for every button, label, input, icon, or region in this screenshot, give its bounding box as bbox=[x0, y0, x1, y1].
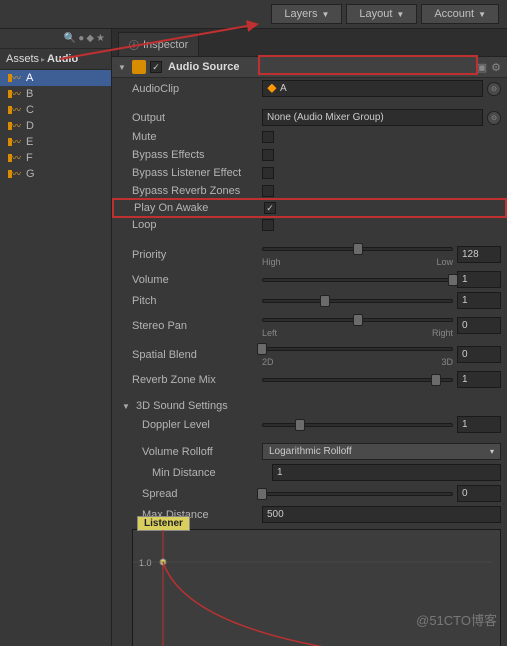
stereo-label: Stereo Pan bbox=[132, 320, 262, 332]
component-enable-checkbox[interactable] bbox=[150, 61, 162, 73]
asset-item[interactable]: D bbox=[0, 118, 111, 134]
priority-slider[interactable] bbox=[262, 242, 453, 256]
bypass-listener-label: Bypass Listener Effect bbox=[132, 167, 262, 179]
breadcrumb-root[interactable]: Assets bbox=[6, 53, 39, 65]
spread-value[interactable]: 0 bbox=[457, 485, 501, 502]
priority-label: Priority bbox=[132, 249, 262, 261]
audioclip-field[interactable]: 🔶A bbox=[262, 80, 483, 97]
bypass-listener-checkbox[interactable] bbox=[262, 167, 274, 179]
foldout-icon: ▼ bbox=[122, 402, 132, 411]
listener-label: Listener bbox=[137, 516, 190, 531]
gear-icon[interactable]: ⚙ bbox=[491, 61, 501, 74]
search-icon[interactable]: 🔍 bbox=[64, 33, 76, 44]
loop-label: Loop bbox=[132, 219, 262, 231]
audio-clip-icon: 🔶 bbox=[267, 84, 277, 93]
spread-label: Spread bbox=[142, 488, 262, 500]
reverb-slider[interactable] bbox=[262, 373, 453, 387]
volume-label: Volume bbox=[132, 274, 262, 286]
audio-clip-icon bbox=[8, 153, 22, 163]
chevron-right-icon: ▸ bbox=[41, 55, 45, 64]
min-distance-label: Min Distance bbox=[152, 467, 272, 479]
mute-checkbox[interactable] bbox=[262, 131, 274, 143]
component-header[interactable]: ▼ Audio Source ▣ ⚙ bbox=[112, 57, 507, 78]
chevron-down-icon: ▼ bbox=[478, 10, 486, 19]
volume-slider[interactable] bbox=[262, 273, 453, 287]
max-distance-field[interactable]: 500 bbox=[262, 506, 501, 523]
chevron-down-icon: ▼ bbox=[321, 10, 329, 19]
asset-item[interactable]: F bbox=[0, 150, 111, 166]
object-picker-icon[interactable]: ⊙ bbox=[487, 111, 501, 125]
bypass-effects-checkbox[interactable] bbox=[262, 149, 274, 161]
top-toolbar: Layers▼ Layout▼ Account▼ bbox=[0, 0, 507, 29]
tab-bar: ⓘInspector bbox=[112, 29, 507, 57]
audio-source-icon bbox=[132, 60, 146, 74]
stereo-slider[interactable] bbox=[262, 313, 453, 327]
chevron-down-icon: ▼ bbox=[396, 10, 404, 19]
rolloff-dropdown[interactable]: Logarithmic Rolloff▾ bbox=[262, 443, 501, 460]
star-icon[interactable]: ★ bbox=[96, 33, 105, 44]
audioclip-label: AudioClip bbox=[132, 83, 262, 95]
filter-icon[interactable]: ● bbox=[78, 33, 84, 44]
layers-dropdown[interactable]: Layers▼ bbox=[271, 4, 342, 24]
min-distance-field[interactable]: 1 bbox=[272, 464, 501, 481]
bypass-reverb-label: Bypass Reverb Zones bbox=[132, 185, 262, 197]
account-dropdown[interactable]: Account▼ bbox=[421, 4, 499, 24]
component-title: Audio Source bbox=[168, 61, 240, 73]
audio-clip-icon bbox=[8, 121, 22, 131]
chevron-down-icon: ▾ bbox=[490, 447, 494, 456]
tag-icon[interactable]: ◆ bbox=[86, 33, 94, 44]
asset-item[interactable]: B bbox=[0, 86, 111, 102]
help-icon[interactable]: ▣ bbox=[477, 61, 487, 74]
inspector-tab[interactable]: ⓘInspector bbox=[118, 32, 199, 56]
bypass-effects-label: Bypass Effects bbox=[132, 149, 262, 161]
audio-clip-icon bbox=[8, 169, 22, 179]
object-picker-icon[interactable]: ⊙ bbox=[487, 82, 501, 96]
output-field[interactable]: None (Audio Mixer Group) bbox=[262, 109, 483, 126]
spread-slider[interactable] bbox=[262, 487, 453, 501]
reverb-value[interactable]: 1 bbox=[457, 371, 501, 388]
spatial-value[interactable]: 0 bbox=[457, 346, 501, 363]
audio-clip-icon bbox=[8, 89, 22, 99]
audio-clip-icon bbox=[8, 73, 22, 83]
stereo-value[interactable]: 0 bbox=[457, 317, 501, 334]
asset-item[interactable]: A bbox=[0, 70, 111, 86]
spatial-label: Spatial Blend bbox=[132, 349, 262, 361]
doppler-value[interactable]: 1 bbox=[457, 416, 501, 433]
foldout-icon[interactable]: ▼ bbox=[118, 63, 128, 72]
priority-value[interactable]: 128 bbox=[457, 246, 501, 263]
breadcrumb-folder[interactable]: Audio bbox=[47, 53, 78, 65]
audio-clip-icon bbox=[8, 137, 22, 147]
asset-item[interactable]: G bbox=[0, 166, 111, 182]
pitch-value[interactable]: 1 bbox=[457, 292, 501, 309]
asset-item[interactable]: C bbox=[0, 102, 111, 118]
play-on-awake-label: Play On Awake bbox=[134, 202, 264, 214]
asset-item[interactable]: E bbox=[0, 134, 111, 150]
audio-clip-icon bbox=[8, 105, 22, 115]
doppler-slider[interactable] bbox=[262, 418, 453, 432]
output-label: Output bbox=[132, 112, 262, 124]
doppler-label: Doppler Level bbox=[142, 419, 262, 431]
bypass-reverb-checkbox[interactable] bbox=[262, 185, 274, 197]
watermark: @51CTO博客 bbox=[416, 610, 497, 629]
breadcrumb[interactable]: Assets▸Audio bbox=[0, 49, 111, 70]
asset-list: A B C D E F G bbox=[0, 70, 111, 646]
project-pane: 🔍 ● ◆ ★ Assets▸Audio A B C D E F G bbox=[0, 29, 112, 646]
inspector-pane: ⓘInspector ▼ Audio Source ▣ ⚙ AudioClip … bbox=[112, 29, 507, 646]
play-on-awake-checkbox[interactable] bbox=[264, 202, 276, 214]
reverb-label: Reverb Zone Mix bbox=[132, 374, 262, 386]
spatial-slider[interactable] bbox=[262, 342, 453, 356]
mute-label: Mute bbox=[132, 131, 262, 143]
layout-dropdown[interactable]: Layout▼ bbox=[346, 4, 417, 24]
info-icon: ⓘ bbox=[129, 37, 139, 52]
threeD-section-header[interactable]: ▼3D Sound Settings bbox=[112, 396, 507, 414]
pitch-slider[interactable] bbox=[262, 294, 453, 308]
rolloff-label: Volume Rolloff bbox=[142, 446, 262, 458]
pitch-label: Pitch bbox=[132, 295, 262, 307]
volume-value[interactable]: 1 bbox=[457, 271, 501, 288]
loop-checkbox[interactable] bbox=[262, 219, 274, 231]
